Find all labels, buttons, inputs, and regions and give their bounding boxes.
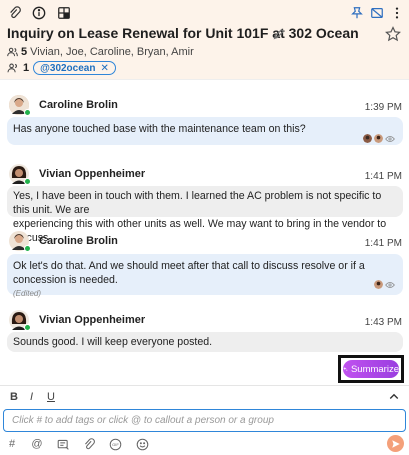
italic-button[interactable]: I	[30, 391, 33, 403]
message-header: Vivian Oppenheimer	[9, 164, 146, 185]
message-text-line: Yes, I have been in touch with them. I l…	[13, 190, 382, 216]
emoji-icon[interactable]	[135, 437, 149, 451]
online-indicator	[24, 245, 31, 252]
conversation-header: Inquiry on Lease Renewal for Unit 101F a…	[0, 0, 409, 80]
read-receipts[interactable]	[363, 134, 395, 143]
message-header: Caroline Brolin	[9, 231, 118, 252]
eye-icon	[385, 135, 395, 142]
message-text: Ok let's do that. And we should meet aft…	[13, 260, 365, 286]
divider	[0, 385, 409, 386]
message-bubble: Ok let's do that. And we should meet aft…	[7, 254, 403, 298]
tag-pill[interactable]: @302ocean ✕	[33, 61, 116, 75]
paperclip-icon[interactable]	[82, 437, 96, 451]
bold-button[interactable]: B	[10, 391, 18, 403]
tag-count: 1	[23, 62, 30, 74]
pencil-icon[interactable]	[272, 27, 286, 41]
grid-icon[interactable]	[55, 4, 73, 22]
hide-icon[interactable]	[368, 4, 386, 22]
sparkle-icon	[343, 366, 348, 371]
sender-name: Caroline Brolin	[39, 235, 118, 247]
tag-label: @302ocean	[40, 62, 96, 74]
more-vertical-icon[interactable]	[388, 4, 406, 22]
card-icon[interactable]	[56, 437, 70, 451]
avatar[interactable]	[9, 95, 31, 116]
avatar[interactable]	[9, 231, 31, 252]
edited-label: (Edited)	[13, 289, 42, 298]
at-icon[interactable]: @	[30, 437, 44, 451]
message-bubble: Has anyone touched base with the mainten…	[7, 117, 403, 145]
online-indicator	[24, 109, 31, 116]
summarize-highlight: Summarize	[338, 355, 404, 383]
people-icon	[7, 63, 17, 73]
sender-name: Vivian Oppenheimer	[39, 314, 146, 326]
message-time: 1:41 PM	[364, 171, 402, 182]
star-icon[interactable]	[385, 26, 401, 42]
paperclip-icon[interactable]	[6, 4, 24, 22]
avatar[interactable]	[9, 164, 31, 185]
read-receipts[interactable]	[374, 280, 395, 289]
message-input[interactable]: Click # to add tags or click @ to callou…	[3, 409, 406, 432]
send-button[interactable]	[387, 435, 404, 452]
message-time: 1:39 PM	[364, 102, 402, 113]
online-indicator	[24, 324, 31, 331]
avatar	[363, 134, 372, 143]
message-text: Has anyone touched base with the mainten…	[13, 123, 306, 135]
message-bubble: Sounds good. I will keep everyone posted…	[7, 332, 403, 352]
avatar	[374, 134, 383, 143]
sender-name: Caroline Brolin	[39, 99, 118, 111]
close-icon[interactable]: ✕	[100, 63, 108, 74]
avatar	[374, 280, 383, 289]
conversation-title: Inquiry on Lease Renewal for Unit 101F a…	[7, 25, 359, 41]
participants-row[interactable]: 5 Vivian, Joe, Caroline, Bryan, Amir	[7, 46, 194, 58]
message-bubble: Yes, I have been in touch with them. I l…	[7, 186, 403, 244]
svg-text:GIF: GIF	[112, 442, 119, 447]
message-header: Vivian Oppenheimer	[9, 310, 146, 331]
avatar[interactable]	[9, 310, 31, 331]
message-time: 1:43 PM	[364, 317, 402, 328]
participant-names: Vivian, Joe, Caroline, Bryan, Amir	[30, 46, 194, 58]
info-icon[interactable]	[30, 4, 48, 22]
eye-icon	[385, 281, 395, 288]
tags-row: 1 @302ocean ✕	[7, 61, 116, 75]
send-icon	[391, 439, 400, 448]
gif-icon[interactable]: GIF	[108, 437, 122, 451]
online-indicator	[24, 178, 31, 185]
participant-count: 5	[21, 46, 28, 58]
summarize-label: Summarize	[350, 363, 399, 375]
underline-button[interactable]: U	[47, 391, 55, 403]
message-text: Sounds good. I will keep everyone posted…	[13, 336, 213, 348]
pin-icon[interactable]	[348, 4, 366, 22]
hashtag-icon[interactable]: #	[5, 437, 19, 451]
summarize-button[interactable]: Summarize	[343, 360, 399, 378]
chevron-up-icon[interactable]	[388, 391, 400, 403]
message-time: 1:41 PM	[364, 238, 402, 249]
message-header: Caroline Brolin	[9, 95, 118, 116]
sender-name: Vivian Oppenheimer	[39, 168, 146, 180]
people-icon	[7, 47, 18, 57]
